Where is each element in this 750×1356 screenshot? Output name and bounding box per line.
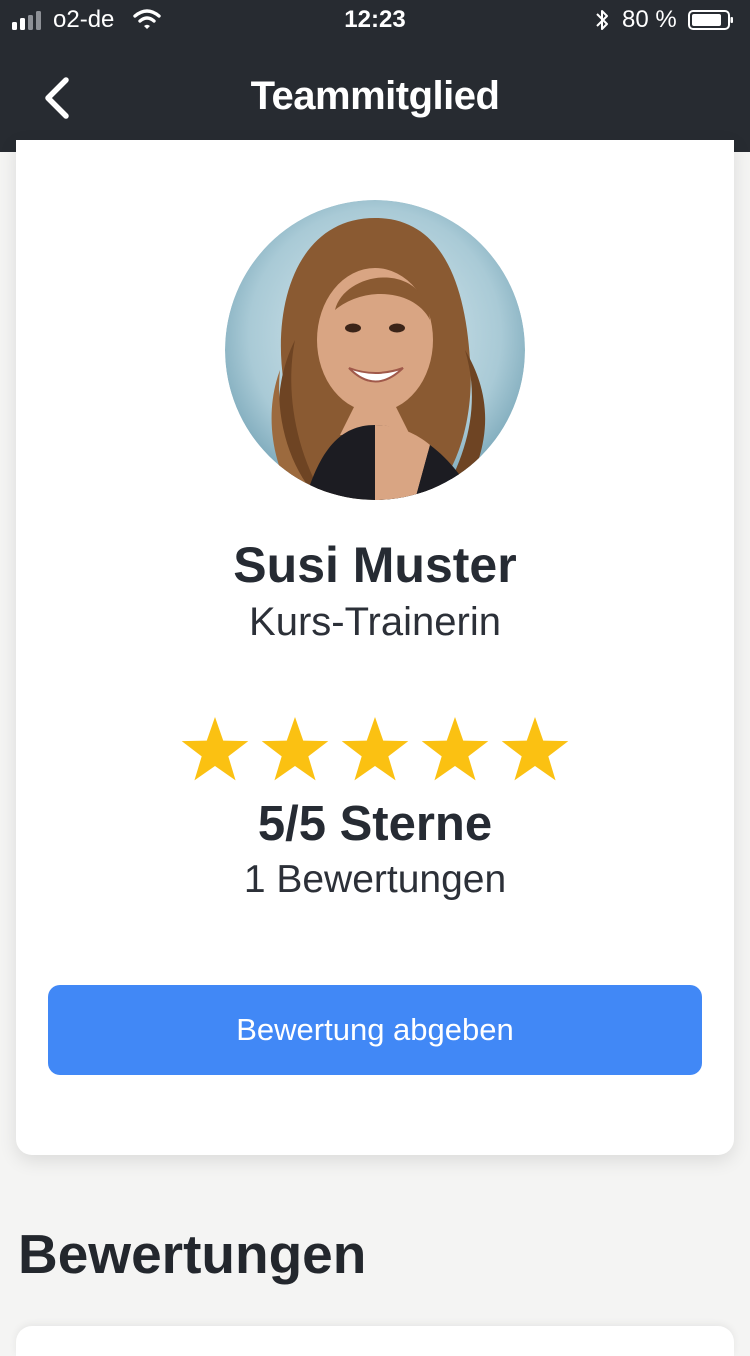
profile-card: Susi Muster Kurs-Trainerin 5/5 Sterne 1 … xyxy=(16,140,734,1155)
review-card xyxy=(16,1326,734,1356)
reviews-heading: Bewertungen xyxy=(18,1223,367,1285)
star-icon xyxy=(261,717,329,781)
status-bar: o2-de 12:23 80 % xyxy=(0,0,750,40)
member-role: Kurs-Trainerin xyxy=(249,600,501,644)
app-header: o2-de 12:23 80 % Teammitglied xyxy=(0,0,750,152)
rating-score: 5/5 Sterne xyxy=(257,797,493,851)
review-count: 1 Bewertungen xyxy=(243,858,507,901)
member-name: Susi Muster xyxy=(233,537,517,593)
battery-percentage: 80 % xyxy=(622,6,677,33)
page-title: Teammitglied xyxy=(250,74,500,118)
star-rating xyxy=(181,717,569,781)
star-icon xyxy=(501,717,569,781)
star-icon xyxy=(421,717,489,781)
avatar xyxy=(225,200,525,500)
battery-icon xyxy=(688,10,733,30)
rate-button-label: Bewertung abgeben xyxy=(236,1012,514,1047)
star-icon xyxy=(341,717,409,781)
rate-button[interactable]: Bewertung abgeben xyxy=(48,985,702,1075)
bluetooth-icon xyxy=(596,10,608,30)
star-icon xyxy=(181,717,249,781)
